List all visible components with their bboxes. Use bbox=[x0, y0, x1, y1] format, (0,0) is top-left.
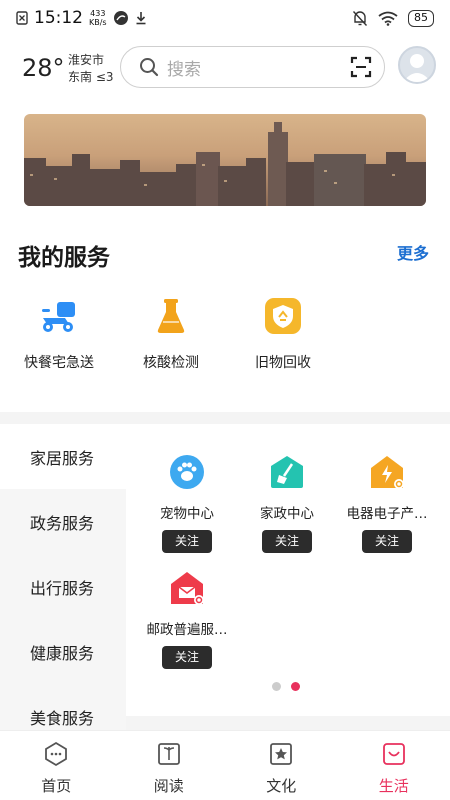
follow-button[interactable]: 关注 bbox=[162, 646, 212, 669]
pet-paw-icon bbox=[170, 455, 204, 489]
category-health-services[interactable]: 健康服务 bbox=[0, 619, 126, 684]
app-notification-icon bbox=[113, 11, 128, 25]
tab-label: 首页 bbox=[41, 777, 72, 795]
download-icon bbox=[136, 12, 146, 25]
search-icon bbox=[140, 58, 159, 77]
service-recycle[interactable]: 旧物回收 bbox=[238, 296, 328, 372]
tile-postal-service[interactable]: 邮政普遍服… 关注 bbox=[137, 570, 237, 669]
wind-info: 东南 ≤3 bbox=[68, 70, 114, 84]
search-placeholder: 搜索 bbox=[167, 59, 201, 80]
scan-icon[interactable] bbox=[350, 56, 372, 78]
mute-bell-icon bbox=[352, 10, 368, 26]
recycle-badge-icon bbox=[265, 298, 301, 334]
appliance-house-icon bbox=[371, 456, 404, 489]
tab-life[interactable]: 生活 bbox=[338, 731, 450, 800]
status-bar: 15:12 433 KB/s 85 bbox=[0, 0, 450, 36]
section-divider bbox=[0, 412, 450, 424]
category-government-services[interactable]: 政务服务 bbox=[0, 489, 126, 554]
tile-name: 电器电子产… bbox=[346, 506, 428, 522]
tab-home[interactable]: 首页 bbox=[0, 731, 113, 800]
postal-mail-icon bbox=[171, 572, 204, 605]
avatar[interactable] bbox=[398, 46, 436, 84]
city-skyline-image bbox=[24, 114, 426, 206]
wifi-icon bbox=[378, 11, 398, 26]
network-speed: 433 KB/s bbox=[89, 9, 107, 27]
battery-indicator: 85 bbox=[408, 9, 434, 27]
home-icon bbox=[45, 741, 68, 767]
life-bag-icon bbox=[382, 743, 405, 765]
more-services-link[interactable]: 更多 bbox=[397, 240, 429, 264]
tab-reading[interactable]: 阅读 bbox=[113, 731, 226, 800]
city-name: 淮安市 bbox=[68, 53, 105, 67]
category-home-services[interactable]: 家居服务 bbox=[0, 424, 126, 489]
service-label: 核酸检测 bbox=[143, 355, 199, 371]
category-label: 出行服务 bbox=[30, 578, 95, 598]
service-label: 旧物回收 bbox=[255, 355, 311, 371]
header: 28° 淮安市 东南 ≤3 搜索 bbox=[0, 40, 450, 96]
tile-name: 家政中心 bbox=[260, 506, 314, 522]
service-label: 快餐宅急送 bbox=[24, 355, 94, 371]
pagination-dots bbox=[272, 682, 300, 691]
category-sidebar: 家居服务 政务服务 出行服务 健康服务 美食服务 bbox=[0, 424, 126, 730]
follow-button[interactable]: 关注 bbox=[262, 530, 312, 553]
test-flask-icon bbox=[157, 299, 185, 333]
tile-pet-center[interactable]: 宠物中心 关注 bbox=[137, 454, 237, 553]
star-frame-icon bbox=[270, 743, 293, 765]
page-dot[interactable] bbox=[272, 682, 281, 691]
weather-info[interactable]: 淮安市 东南 ≤3 bbox=[68, 52, 114, 86]
category-label: 政务服务 bbox=[30, 513, 95, 533]
banner-image[interactable] bbox=[24, 114, 426, 206]
temperature: 28° bbox=[22, 54, 65, 82]
sim-card-icon bbox=[16, 11, 28, 25]
search-input[interactable]: 搜索 bbox=[120, 46, 385, 88]
service-nucleic-test[interactable]: 核酸检测 bbox=[126, 296, 216, 372]
tile-electronics-recycling[interactable]: 电器电子产… 关注 bbox=[337, 454, 437, 553]
network-speed-unit: KB/s bbox=[89, 18, 107, 27]
category-label: 美食服务 bbox=[30, 708, 95, 728]
cleaning-broom-icon bbox=[271, 456, 303, 488]
category-label: 家居服务 bbox=[30, 448, 95, 468]
follow-button[interactable]: 关注 bbox=[162, 530, 212, 553]
service-express-delivery[interactable]: 快餐宅急送 bbox=[14, 296, 104, 372]
page-dot-active[interactable] bbox=[291, 682, 300, 691]
category-travel-services[interactable]: 出行服务 bbox=[0, 554, 126, 619]
follow-button[interactable]: 关注 bbox=[362, 530, 412, 553]
category-grid: 宠物中心 关注 家政中心 关注 电器电子产… 关注 邮政普遍服… 关注 bbox=[126, 424, 450, 724]
category-food-services[interactable]: 美食服务 bbox=[0, 684, 126, 730]
tile-name: 邮政普遍服… bbox=[146, 622, 228, 638]
network-speed-value: 433 bbox=[90, 9, 106, 18]
tile-name: 宠物中心 bbox=[160, 506, 214, 522]
tab-label: 阅读 bbox=[153, 777, 184, 795]
book-icon bbox=[157, 743, 180, 765]
tab-label: 文化 bbox=[266, 777, 297, 795]
category-label: 健康服务 bbox=[30, 643, 95, 663]
my-services-title: 我的服务 bbox=[18, 245, 110, 271]
tab-label: 生活 bbox=[378, 777, 409, 795]
section-divider bbox=[126, 716, 450, 730]
status-time: 15:12 bbox=[34, 8, 83, 28]
tile-housekeeping-center[interactable]: 家政中心 关注 bbox=[237, 454, 337, 553]
bottom-tab-bar: 首页 阅读 文化 生活 bbox=[0, 730, 450, 800]
tab-culture[interactable]: 文化 bbox=[225, 731, 338, 800]
delivery-scooter-icon bbox=[42, 302, 75, 332]
user-avatar-icon bbox=[403, 54, 431, 82]
